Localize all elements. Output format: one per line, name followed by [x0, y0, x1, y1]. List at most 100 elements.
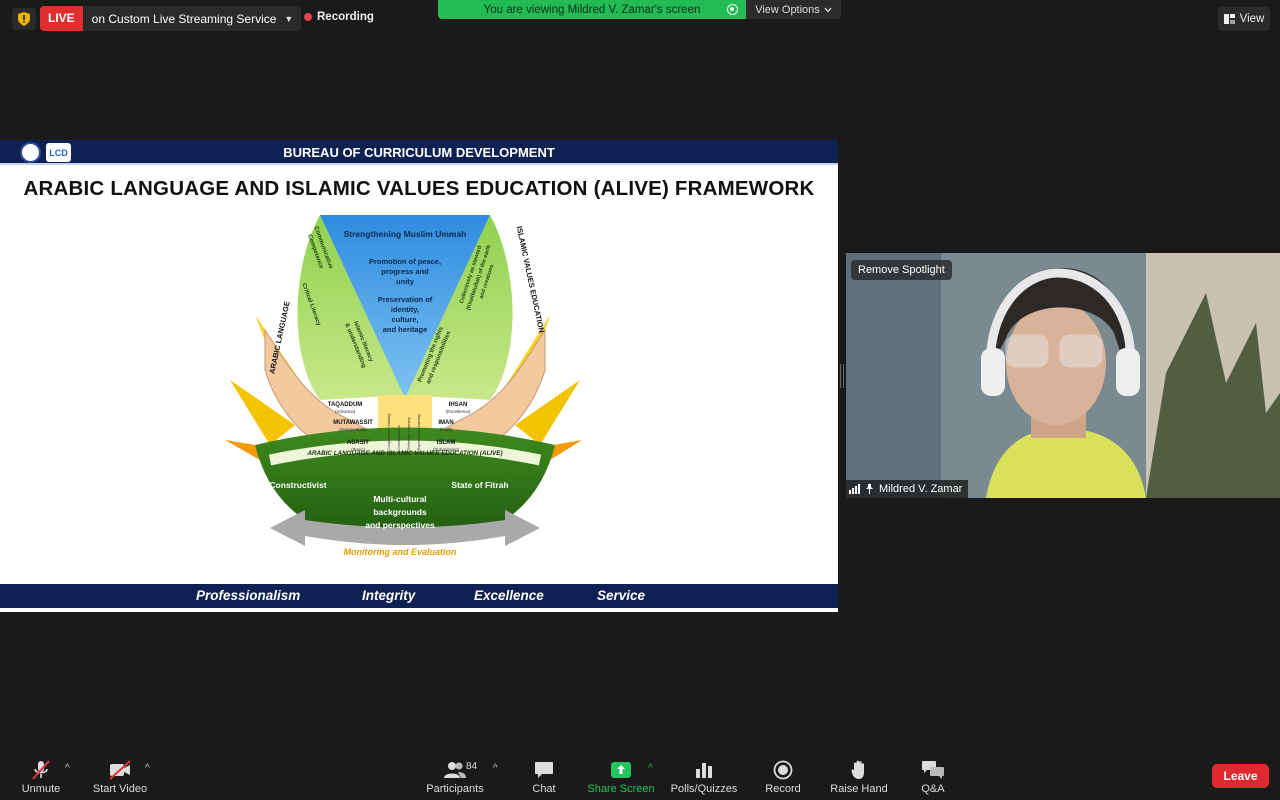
level-name: MUTAWASSIT [333, 420, 373, 426]
share-options-chevron-icon[interactable]: ^ [648, 763, 653, 774]
chevron-down-icon [824, 7, 832, 12]
stem-line: Constructivism [397, 425, 401, 450]
unmute-label: Unmute [21, 783, 61, 795]
monitoring-label: Monitoring and Evaluation [344, 547, 457, 557]
remove-spotlight-button[interactable]: Remove Spotlight [851, 260, 952, 280]
participants-button[interactable]: 84 Participants [420, 752, 490, 800]
center-top-text: Strengthening Muslim Ummah [344, 229, 467, 239]
audio-options-chevron-icon[interactable]: ^ [65, 763, 70, 774]
polls-bar-chart-icon [696, 763, 712, 778]
grid-view-icon [1223, 14, 1235, 24]
level-sub: (Faith) [439, 427, 453, 432]
center-mid-line: progress and [381, 267, 429, 276]
view-options-button[interactable]: View Options [746, 0, 841, 19]
share-screen-label: Share Screen [587, 783, 655, 795]
bowl-center-line: backgrounds [373, 507, 427, 517]
recording-dot-icon [304, 13, 312, 21]
record-label: Record [765, 783, 801, 795]
center-mid-line: Promotion of peace, [369, 257, 441, 266]
polls-quizzes-button[interactable]: Polls/Quizzes [666, 752, 742, 800]
level-sub: (Intermediate) [339, 427, 368, 432]
level-sub: (Advance) [335, 409, 356, 414]
footer-value: Professionalism [196, 588, 301, 603]
muted-microphone-icon [32, 760, 50, 780]
participants-icon [444, 762, 466, 778]
video-frame [846, 253, 1280, 498]
leave-button[interactable]: Leave [1212, 764, 1269, 788]
video-options-chevron-icon[interactable]: ^ [145, 763, 150, 774]
sharing-status-icon [727, 4, 738, 15]
view-button[interactable]: View [1218, 7, 1270, 31]
bowl-arc-label: ARABIC LANGUAGE AND ISLAMIC VALUES EDUCA… [306, 450, 502, 457]
slide-title: ARABIC LANGUAGE AND ISLAMIC VALUES EDUCA… [23, 177, 815, 200]
stem-line: Cooperative Learning [387, 414, 391, 450]
top-bar: LIVE on Custom Live Streaming Service ▼ … [0, 0, 1280, 40]
signal-bars-icon [849, 484, 860, 494]
raise-hand-label: Raise Hand [830, 783, 888, 795]
recording-label: Recording [317, 11, 374, 23]
unmute-button[interactable]: Unmute [16, 752, 66, 800]
raise-hand-button[interactable]: Raise Hand [826, 752, 892, 800]
viewing-screen-banner: You are viewing Mildred V. Zamar's scree… [438, 0, 746, 19]
slide-footer: Professionalism Integrity Excellence Ser… [0, 584, 838, 608]
footer-value: Excellence [474, 588, 544, 603]
slide-header: LCD BUREAU OF CURRICULUM DEVELOPMENT [0, 140, 838, 165]
video-off-icon [109, 760, 131, 780]
raise-hand-icon [851, 760, 864, 779]
meeting-toolbar: Unmute ^ Start Video ^ 84 Participants ^… [0, 752, 1280, 800]
viewing-screen-text: You are viewing Mildred V. Zamar's scree… [483, 3, 701, 16]
live-badge: LIVE [40, 6, 83, 31]
qa-label: Q&A [921, 783, 945, 795]
recording-indicator[interactable]: Recording [304, 11, 374, 23]
qa-chat-icon [922, 761, 944, 779]
level-name: IHSAN [449, 402, 468, 408]
security-shield-icon[interactable] [12, 8, 36, 30]
polls-quizzes-label: Polls/Quizzes [670, 783, 738, 795]
center-low-line: Preservation of [378, 295, 433, 304]
participants-options-chevron-icon[interactable]: ^ [493, 763, 498, 774]
stem-line: Reflective Learning [407, 417, 411, 450]
share-screen-button[interactable]: Share Screen [584, 752, 658, 800]
bowl-right-label: State of Fitrah [451, 480, 508, 490]
center-low-line: identity, [391, 305, 419, 314]
chat-bubble-icon [535, 762, 553, 778]
level-name: TAQADDUM [328, 402, 363, 408]
bowl-left-label: Constructivist [269, 480, 326, 490]
center-mid-line: unity [396, 277, 415, 286]
participants-label: Participants [426, 783, 484, 795]
participants-count: 84 [466, 761, 478, 772]
level-sub: (Excellence) [446, 409, 471, 414]
center-low-line: and heritage [383, 325, 428, 334]
pin-icon [866, 484, 873, 494]
record-icon [773, 760, 793, 780]
record-button[interactable]: Record [758, 752, 808, 800]
live-stream-dropdown[interactable]: LIVE on Custom Live Streaming Service ▼ [40, 6, 302, 31]
share-screen-icon [611, 762, 631, 778]
shared-screen-slide: LCD BUREAU OF CURRICULUM DEVELOPMENT ARA… [0, 140, 838, 612]
start-video-button[interactable]: Start Video [88, 752, 152, 800]
center-low-line: culture, [391, 315, 418, 324]
alive-framework-diagram: Strengthening Muslim Ummah Promotion of … [225, 215, 582, 557]
participant-nameplate: Mildred V. Zamar [846, 480, 969, 498]
participant-name: Mildred V. Zamar [879, 483, 963, 495]
level-name: IMAN [438, 420, 453, 426]
footer-value: Service [597, 588, 646, 603]
live-stream-service-label: on Custom Live Streaming Service [91, 11, 277, 26]
footer-value: Integrity [362, 588, 416, 603]
bowl-center-line: Multi-cultural [373, 494, 426, 504]
level-name: ASASIY [347, 440, 369, 446]
caret-down-icon: ▼ [284, 13, 294, 24]
right-arc-label: ISLAMIC VALUES EDUCATION [515, 225, 546, 333]
view-label: View [1239, 13, 1265, 25]
splitter-handle[interactable] [840, 364, 844, 388]
slide-org-name: BUREAU OF CURRICULUM DEVELOPMENT [283, 145, 555, 160]
qa-button[interactable]: Q&A [912, 752, 954, 800]
participant-video-tile[interactable]: Remove Spotlight Mildred V. Zamar [846, 253, 1280, 498]
bowl-center-line: and perspectives [365, 520, 435, 530]
chat-button[interactable]: Chat [518, 752, 570, 800]
view-options-label: View Options [755, 3, 820, 16]
level-name: ISLAM [437, 440, 456, 446]
chat-label: Chat [532, 783, 556, 795]
stem-line: Experiential Learning [417, 414, 421, 450]
start-video-label: Start Video [92, 783, 148, 795]
